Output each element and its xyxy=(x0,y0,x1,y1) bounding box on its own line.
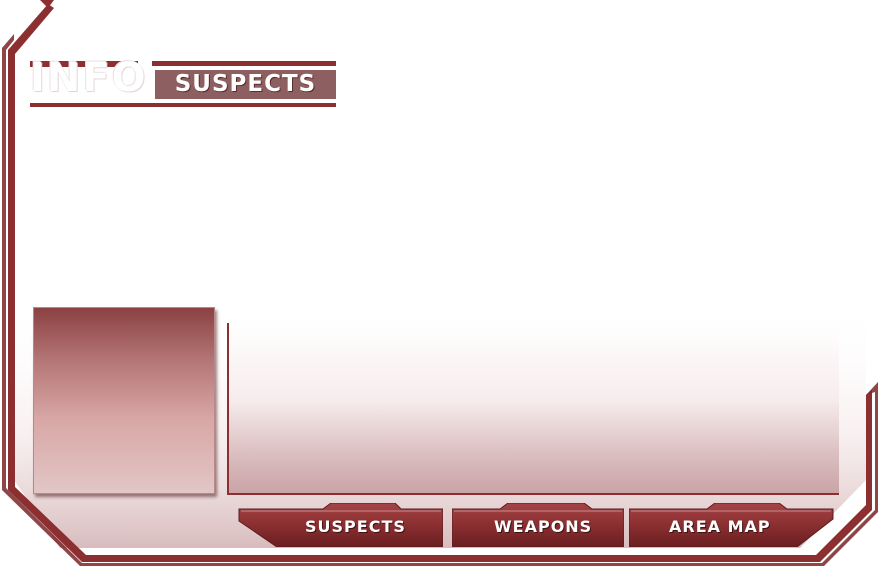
suspect-info-panel xyxy=(227,323,839,495)
info-panel-bottom-border xyxy=(227,493,839,495)
suspect-portrait xyxy=(33,307,215,494)
tab-area-map-label: AREA MAP xyxy=(669,517,771,536)
section-accent-bar xyxy=(152,61,336,66)
info-panel-left-border xyxy=(227,323,229,495)
tab-weapons[interactable]: WEAPONS xyxy=(452,503,624,547)
section-badge: SUSPECTS xyxy=(155,70,336,99)
page-title: INFO xyxy=(30,55,148,101)
tab-weapons-label: WEAPONS xyxy=(494,517,593,536)
tab-area-map[interactable]: AREA MAP xyxy=(629,503,835,547)
tab-suspects[interactable]: SUSPECTS xyxy=(237,503,443,547)
tab-suspects-label: SUSPECTS xyxy=(305,517,406,536)
title-underline xyxy=(30,103,336,107)
